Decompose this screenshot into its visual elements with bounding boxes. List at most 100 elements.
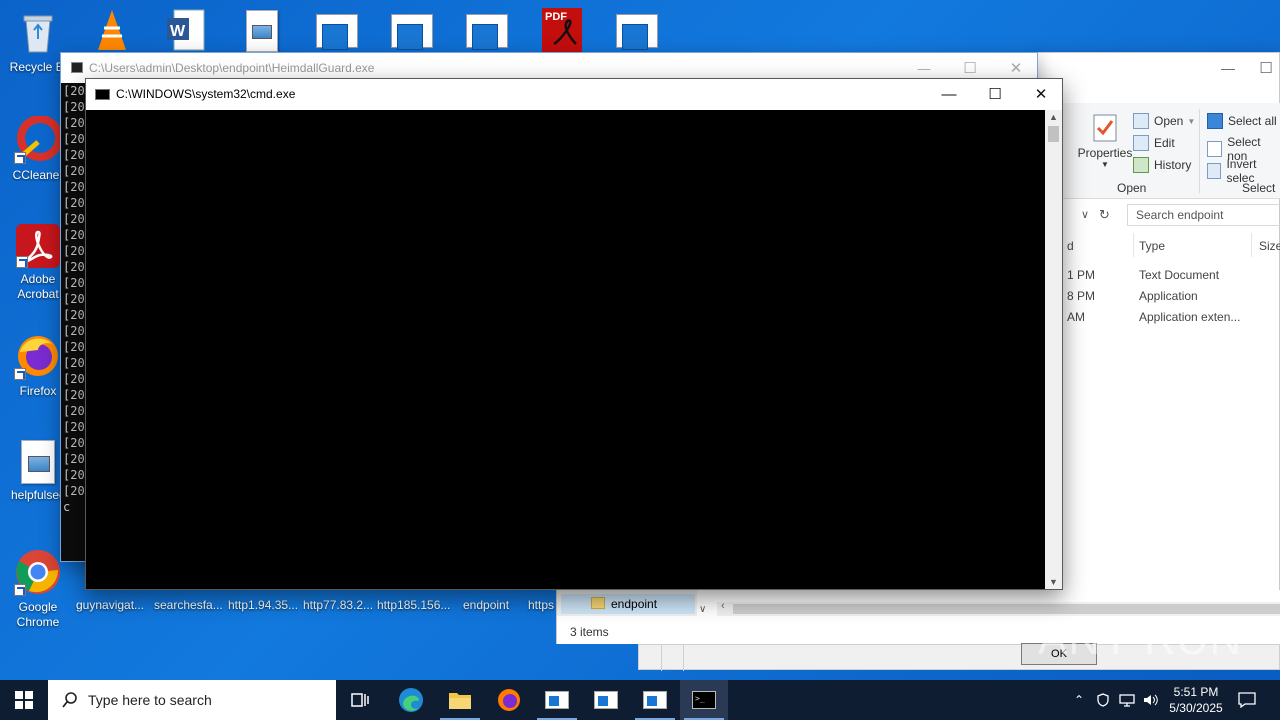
desktop-icon-app-3[interactable] xyxy=(466,14,508,50)
file-row-time[interactable]: AM xyxy=(1067,310,1085,324)
tray-security-icon[interactable] xyxy=(1092,680,1114,720)
address-dropdown-icon[interactable]: ∨ xyxy=(1081,205,1093,225)
maximize-button[interactable]: ☐ xyxy=(1251,53,1280,83)
clock-time: 5:51 PM xyxy=(1173,685,1219,699)
desktop-icon-app-1[interactable] xyxy=(316,14,358,50)
network-icon xyxy=(1119,694,1135,707)
desktop-icon-pdf[interactable]: PDF xyxy=(540,6,584,54)
open-group-label: Open xyxy=(1117,181,1147,195)
volume-icon xyxy=(1144,694,1158,706)
history-button[interactable]: History xyxy=(1133,157,1191,173)
file-row-type[interactable]: Text Document xyxy=(1139,268,1219,282)
desktop-icon-label[interactable]: https xyxy=(528,598,554,612)
taskbar-file-explorer[interactable] xyxy=(436,680,484,720)
chevron-down-icon: ▼ xyxy=(1187,116,1196,126)
window-app-icon xyxy=(545,691,569,709)
tray-network-icon[interactable] xyxy=(1116,680,1138,720)
nav-item-endpoint[interactable]: endpoint xyxy=(561,594,695,614)
firefox-icon xyxy=(498,689,520,711)
open-label: Open xyxy=(1154,114,1184,128)
properties-icon xyxy=(1093,114,1117,142)
desktop-icon-label[interactable]: guynavigat... xyxy=(76,598,144,612)
window-app-icon xyxy=(397,24,423,50)
scroll-up-icon[interactable]: ▲ xyxy=(1049,112,1058,122)
open-button[interactable]: Open ▼ xyxy=(1133,113,1195,129)
window-app-icon xyxy=(322,24,348,50)
adobe-acrobat-icon xyxy=(16,224,60,268)
vertical-scrollbar[interactable]: ▲ ▼ xyxy=(1045,110,1062,589)
type-column-header[interactable]: Type xyxy=(1139,239,1165,253)
file-row-time[interactable]: 1 PM xyxy=(1067,268,1095,282)
taskbar-edge[interactable] xyxy=(387,680,435,720)
file-explorer-window: — ☐ Properties ▼ Open ▼ Edit History Open… xyxy=(1036,52,1280,644)
task-view-icon xyxy=(351,693,369,707)
minimize-button[interactable]: — xyxy=(926,79,972,109)
taskbar-app-1[interactable] xyxy=(533,680,581,720)
cmd-titlebar: C:\WINDOWS\system32\cmd.exe — ☐ ✕ xyxy=(86,79,1062,110)
properties-label: Properties xyxy=(1077,146,1133,160)
maximize-button[interactable]: ☐ xyxy=(972,79,1018,109)
show-hidden-icons-button[interactable]: ⌃ xyxy=(1068,680,1090,720)
desktop-icon-vlc[interactable] xyxy=(92,8,132,54)
dialog-divider xyxy=(661,645,662,671)
start-button[interactable] xyxy=(0,680,48,720)
edit-button[interactable]: Edit xyxy=(1133,135,1175,151)
desktop-icon-label[interactable]: searchesfa... xyxy=(154,598,223,612)
vlc-icon xyxy=(98,10,126,50)
desktop-icon-app-4[interactable] xyxy=(616,14,658,50)
file-row-type[interactable]: Application xyxy=(1139,289,1198,303)
file-row-type[interactable]: Application exten... xyxy=(1139,310,1240,324)
task-view-button[interactable] xyxy=(336,680,384,720)
cmd-window[interactable]: C:\WINDOWS\system32\cmd.exe — ☐ ✕ ▲ ▼ xyxy=(85,78,1063,590)
search-icon xyxy=(62,692,77,708)
firefox-icon xyxy=(14,332,62,380)
console-app-icon xyxy=(71,62,83,73)
properties-button[interactable]: Properties ▼ xyxy=(1073,113,1137,169)
taskbar-app-2[interactable] xyxy=(582,680,630,720)
window-app-icon xyxy=(622,24,648,50)
window-app-icon xyxy=(594,691,618,709)
anyrun-watermark: ANY RUN xyxy=(1038,608,1242,672)
refresh-icon[interactable]: ↻ xyxy=(1099,205,1115,225)
size-column-header[interactable]: Size xyxy=(1259,239,1280,253)
minimize-button[interactable]: — xyxy=(1205,53,1251,83)
notification-center-button[interactable] xyxy=(1232,680,1262,720)
ribbon-divider xyxy=(1199,109,1200,193)
chrome-icon xyxy=(14,548,62,596)
close-button[interactable]: ✕ xyxy=(1018,79,1064,109)
desktop-icon-app-2[interactable] xyxy=(391,14,433,50)
file-row-time[interactable]: 8 PM xyxy=(1067,289,1095,303)
system-clock[interactable]: 5:51 PM 5/30/2025 xyxy=(1164,680,1228,720)
scroll-down-icon[interactable]: ▼ xyxy=(1049,577,1058,587)
tray-volume-icon[interactable] xyxy=(1140,680,1162,720)
select-group-label: Select xyxy=(1242,181,1276,195)
select-all-button[interactable]: Select all xyxy=(1207,113,1277,129)
search-placeholder: Search endpoint xyxy=(1136,208,1224,222)
desktop-icon-label[interactable]: http185.156... xyxy=(377,598,450,612)
folder-icon xyxy=(591,597,605,609)
edit-icon xyxy=(1133,135,1149,151)
date-column-header[interactable]: d xyxy=(1067,239,1074,253)
desktop-icon-label[interactable]: http77.83.2... xyxy=(303,598,373,612)
folder-icon xyxy=(449,693,471,709)
history-icon xyxy=(1133,157,1149,173)
desktop-icon-label[interactable]: endpoint xyxy=(463,598,509,612)
window-title: C:\Users\admin\Desktop\endpoint\Heimdall… xyxy=(89,61,375,75)
column-divider xyxy=(1251,233,1252,257)
column-divider xyxy=(1133,233,1134,257)
taskbar-app-3[interactable] xyxy=(631,680,679,720)
scroll-left-icon[interactable]: ‹ xyxy=(721,600,725,612)
word-document-icon: W xyxy=(167,9,205,51)
taskbar-search-box[interactable]: Type here to search xyxy=(48,680,336,720)
desktop-icon-word[interactable]: W xyxy=(166,8,206,54)
search-input[interactable]: Search endpoint xyxy=(1127,204,1280,226)
taskbar-firefox[interactable] xyxy=(485,680,533,720)
desktop-icon-label[interactable]: http1.94.35... xyxy=(228,598,298,612)
desktop-icon-image-file[interactable] xyxy=(246,10,278,52)
shortcut-arrow-icon xyxy=(14,584,26,596)
scrollbar-thumb[interactable] xyxy=(1048,126,1059,142)
taskbar-cmd[interactable]: >_ xyxy=(680,680,728,720)
svg-text:W: W xyxy=(170,23,186,40)
dialog-divider xyxy=(683,645,684,671)
nav-scroll-down-icon[interactable]: ∨ xyxy=(699,604,706,615)
